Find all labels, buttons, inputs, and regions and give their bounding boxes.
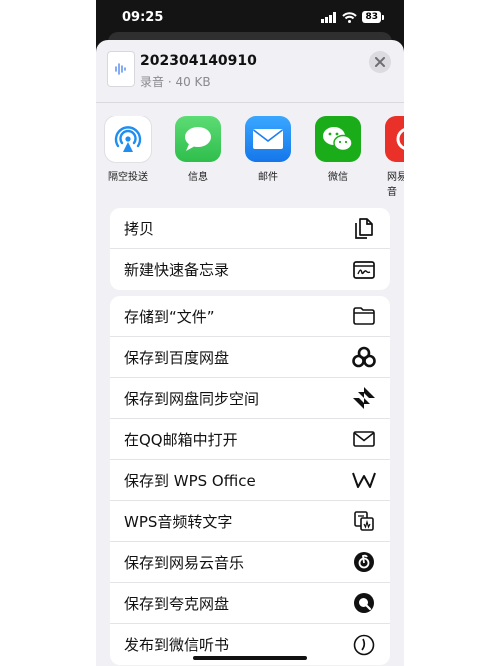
share-app-messages[interactable]: 信息 [168,116,228,183]
phone-screen: 09:25 83 202304140910 录音 · 40 KB 隔空投送 信息… [96,0,404,666]
envelope-icon [352,427,376,451]
action-label: WPS音频转文字 [124,512,233,531]
share-app-wechat[interactable]: 微信 [308,116,368,183]
file-meta: 录音 · 40 KB [140,75,211,89]
home-indicator[interactable] [193,656,307,660]
action-label: 保存到网易云音乐 [124,553,245,572]
action-quark-netdisk[interactable]: 保存到夸克网盘 [110,583,390,624]
sync-space-icon [352,386,376,410]
status-icons: 83 [321,10,384,24]
action-label: 新建快速备忘录 [124,261,230,279]
share-app-netease-music[interactable]: 网易 音 [378,116,404,196]
close-button[interactable] [369,51,391,73]
airdrop-icon [105,116,151,162]
cellular-signal-icon [321,11,337,23]
close-icon [375,57,385,67]
file-name: 202304140910 [140,53,257,69]
action-quick-note[interactable]: 新建快速备忘录 [110,249,390,290]
app-label: 信息 [188,172,208,183]
action-baidu-netdisk[interactable]: 保存到百度网盘 [110,337,390,378]
action-label: 存储到“文件” [124,307,215,326]
share-app-mail[interactable]: 邮件 [238,116,298,183]
quick-note-icon [352,258,376,282]
status-bar: 09:25 83 [96,0,404,34]
audio-file-icon [108,52,134,86]
baidu-netdisk-icon [352,345,376,369]
app-label: 邮件 [258,172,278,183]
status-time: 09:25 [122,10,164,25]
wps-icon [352,468,376,492]
wifi-icon [342,11,358,23]
wps-audio-text-icon [352,509,376,533]
battery-level: 83 [362,11,381,23]
action-wps-audio-to-text[interactable]: WPS音频转文字 [110,501,390,542]
app-label-line2: 音 [387,187,397,196]
netease-cloud-icon [352,550,376,574]
copy-icon [352,216,376,240]
wechat-icon [315,116,361,162]
action-sync-space[interactable]: 保存到网盘同步空间 [110,378,390,419]
messages-icon [175,116,221,162]
mail-icon [245,116,291,162]
action-label: 保存到百度网盘 [124,348,230,367]
action-group-2: 存储到“文件” 保存到百度网盘 保存到网盘同步空间 在QQ邮箱中打开 保存到 W… [110,296,390,665]
action-netease-cloud-music[interactable]: 保存到网易云音乐 [110,542,390,583]
share-sheet: 202304140910 录音 · 40 KB 隔空投送 信息 邮件 微信 网易… [96,40,404,666]
folder-icon [352,304,376,328]
app-label: 微信 [328,172,348,183]
action-save-to-wps[interactable]: 保存到 WPS Office [110,460,390,501]
app-label: 隔空投送 [108,172,148,183]
quark-icon [352,591,376,615]
action-open-in-qq-mail[interactable]: 在QQ邮箱中打开 [110,419,390,460]
app-label: 网易 [387,172,404,183]
action-label: 保存到网盘同步空间 [124,389,260,408]
share-sheet-header: 202304140910 录音 · 40 KB [96,40,404,103]
action-label: 保存到夸克网盘 [124,594,230,613]
battery-icon: 83 [362,11,384,23]
action-save-to-files[interactable]: 存储到“文件” [110,296,390,337]
share-app-airdrop[interactable]: 隔空投送 [98,116,158,183]
netease-music-icon [385,116,404,162]
action-group-1: 拷贝 新建快速备忘录 [110,208,390,290]
action-label: 保存到 WPS Office [124,471,256,490]
action-label: 发布到微信听书 [124,636,230,654]
action-label: 在QQ邮箱中打开 [124,430,238,449]
wechat-listen-icon [352,633,376,657]
action-label: 拷贝 [124,219,155,238]
action-copy[interactable]: 拷贝 [110,208,390,249]
share-app-row: 隔空投送 信息 邮件 微信 网易 音 [96,116,404,196]
